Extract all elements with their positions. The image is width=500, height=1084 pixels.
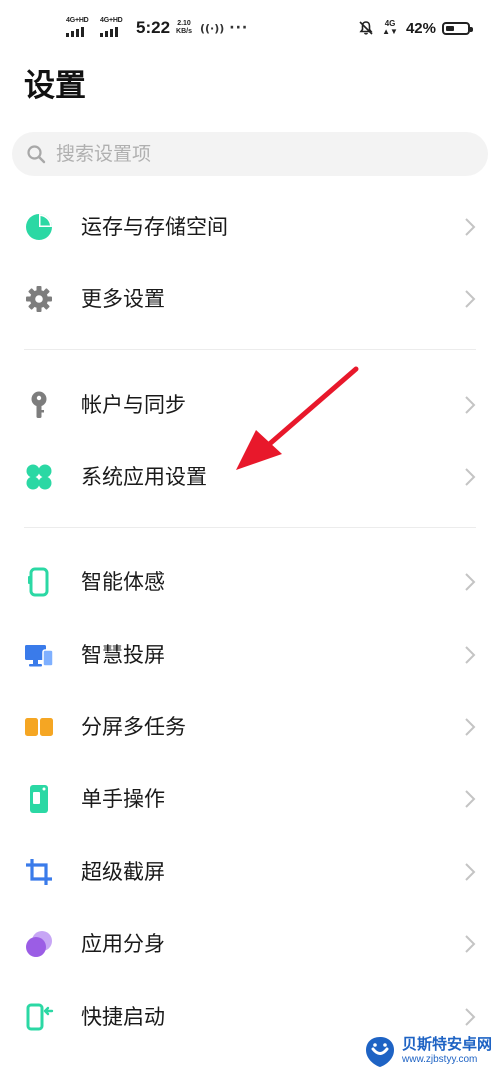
settings-item-smart-motion[interactable]: 智能体感 bbox=[0, 545, 500, 617]
chevron-right-icon bbox=[465, 573, 476, 591]
status-right: 4G ▲▼ 42% bbox=[358, 16, 473, 40]
network-speed: 2.10 KB/s bbox=[176, 20, 192, 36]
settings-item-screen-cast[interactable]: 智慧投屏 bbox=[0, 618, 500, 690]
watermark-text: 贝斯特安卓网 www.zjbstyy.com bbox=[402, 1036, 492, 1068]
gear-icon bbox=[26, 286, 52, 312]
search-input[interactable] bbox=[56, 143, 436, 165]
signal-icon: 4G+HD bbox=[100, 17, 128, 39]
hotspot-icon: ((·)) bbox=[199, 21, 225, 35]
battery-icon bbox=[442, 21, 473, 35]
settings-item-split-screen[interactable]: 分屏多任务 bbox=[0, 690, 500, 762]
status-left: 4G+HD 4G+HD 5:22 2.10 KB/s ((·)) ··· bbox=[66, 16, 248, 40]
chevron-right-icon bbox=[465, 935, 476, 953]
mute-icon bbox=[359, 21, 373, 35]
section-divider bbox=[24, 527, 476, 528]
chevron-right-icon bbox=[465, 396, 476, 414]
search-icon bbox=[27, 145, 46, 164]
site-watermark: 贝斯特安卓网 www.zjbstyy.com bbox=[358, 1026, 496, 1078]
settings-item-label: 应用分身 bbox=[81, 932, 165, 956]
settings-item-label: 分屏多任务 bbox=[81, 715, 186, 739]
status-bar: 4G+HD 4G+HD 5:22 2.10 KB/s ((·)) ··· 4G ▲… bbox=[0, 0, 500, 56]
chevron-right-icon bbox=[465, 290, 476, 308]
watermark-name: 贝斯特安卓网 bbox=[402, 1035, 493, 1053]
watermark-logo-icon bbox=[366, 1037, 394, 1067]
key-icon bbox=[31, 391, 47, 418]
status-time: 5:22 bbox=[136, 18, 171, 37]
chevron-right-icon bbox=[465, 718, 476, 736]
settings-item-label: 超级截屏 bbox=[81, 860, 165, 884]
watermark-url: www.zjbstyy.com bbox=[402, 1054, 478, 1065]
phone-motion-icon bbox=[28, 567, 49, 597]
settings-item-accounts-sync[interactable]: 帐户与同步 bbox=[0, 368, 500, 440]
page-title: 设置 bbox=[24, 68, 86, 104]
one-hand-icon bbox=[30, 785, 48, 813]
settings-item-label: 快捷启动 bbox=[81, 1005, 165, 1029]
chevron-right-icon bbox=[465, 1008, 476, 1026]
quick-launch-icon bbox=[26, 1003, 54, 1031]
speed-value: 2.10 bbox=[177, 20, 191, 27]
settings-item-label: 单手操作 bbox=[81, 787, 165, 811]
settings-item-storage[interactable]: 运存与存储空间 bbox=[0, 190, 500, 262]
chevron-right-icon bbox=[465, 646, 476, 664]
section-divider bbox=[24, 349, 476, 350]
chevron-right-icon bbox=[465, 468, 476, 486]
settings-item-label: 智能体感 bbox=[81, 570, 165, 594]
signal-icon: 4G+HD bbox=[66, 17, 94, 39]
speed-unit: KB/s bbox=[176, 28, 192, 35]
chevron-right-icon bbox=[465, 218, 476, 236]
battery-percent: 42% bbox=[405, 19, 436, 37]
mobile-data-tag: 4G ▲▼ bbox=[382, 19, 398, 36]
settings-item-label: 智慧投屏 bbox=[81, 643, 165, 667]
apps-grid-icon bbox=[26, 464, 52, 490]
settings-item-system-apps[interactable]: 系统应用设置 bbox=[0, 440, 500, 512]
screenshot-crop-icon bbox=[26, 859, 52, 885]
more-notifications-icon: ··· bbox=[229, 20, 249, 36]
app-clone-icon bbox=[26, 931, 52, 957]
settings-item-label: 系统应用设置 bbox=[81, 465, 207, 489]
chevron-right-icon bbox=[465, 863, 476, 881]
screen-cast-icon bbox=[25, 645, 54, 667]
chevron-right-icon bbox=[465, 790, 476, 808]
settings-item-app-clone[interactable]: 应用分身 bbox=[0, 907, 500, 979]
settings-item-label: 更多设置 bbox=[81, 287, 165, 311]
search-bar[interactable] bbox=[12, 132, 488, 176]
settings-item-label: 帐户与同步 bbox=[81, 393, 186, 417]
sim2-network-tag: 4G+HD bbox=[100, 17, 123, 24]
settings-item-label: 运存与存储空间 bbox=[81, 215, 228, 239]
sim1-network-tag: 4G+HD bbox=[66, 17, 89, 24]
settings-item-super-screenshot[interactable]: 超级截屏 bbox=[0, 835, 500, 907]
settings-item-more-settings[interactable]: 更多设置 bbox=[0, 262, 500, 334]
storage-pie-icon bbox=[26, 214, 52, 240]
split-screen-icon bbox=[25, 718, 53, 736]
settings-item-one-hand[interactable]: 单手操作 bbox=[0, 762, 500, 834]
